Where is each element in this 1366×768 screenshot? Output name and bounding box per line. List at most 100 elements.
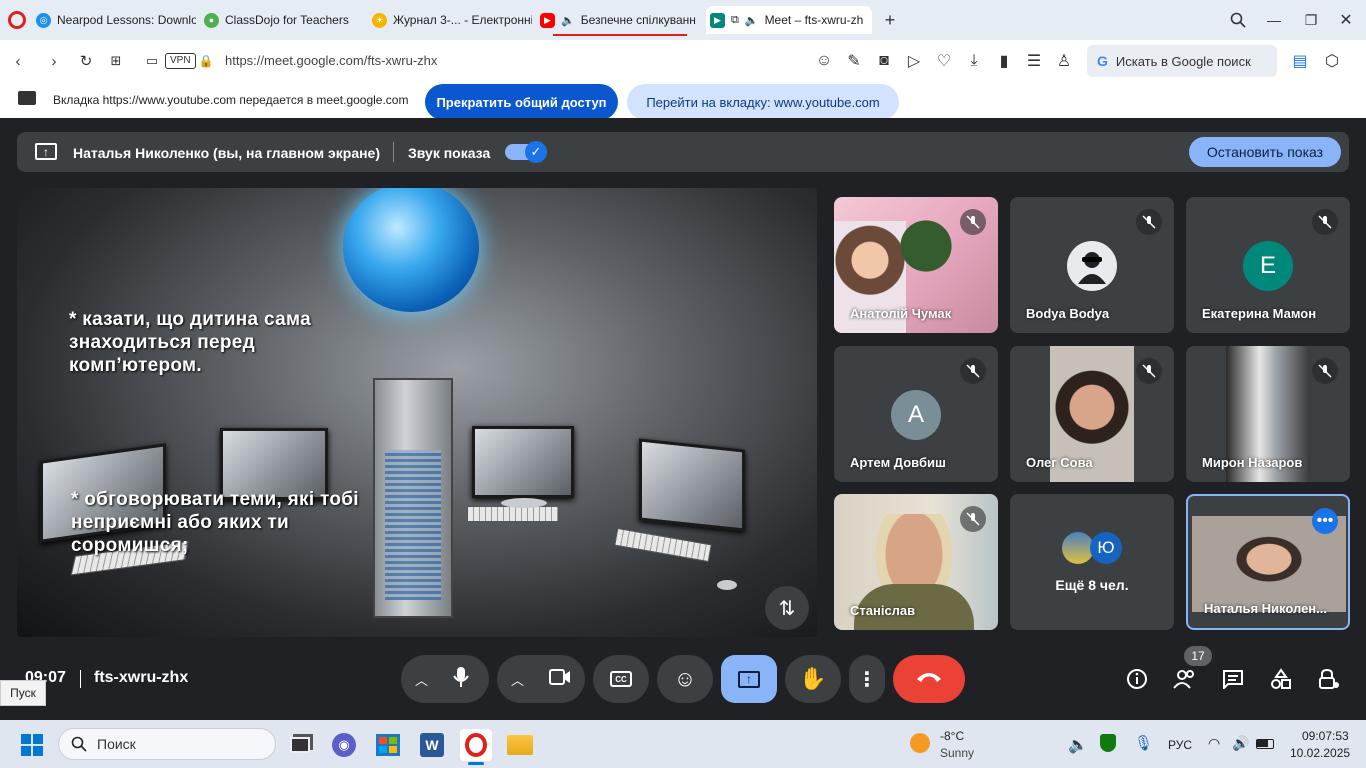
search-placeholder: Искать в Google поиск bbox=[1115, 53, 1251, 69]
sun-icon: ☀ bbox=[372, 12, 387, 28]
wifi-icon[interactable]: ◠ bbox=[1208, 735, 1220, 752]
microphone-tray-icon[interactable]: 🎙 bbox=[1134, 734, 1153, 752]
audio-toggle[interactable]: ✓ bbox=[505, 141, 547, 163]
volume-muted-icon[interactable]: 🔈 bbox=[1068, 735, 1088, 755]
more-options-button[interactable]: ⋮ bbox=[849, 655, 885, 703]
mic-icon[interactable] bbox=[453, 666, 469, 693]
chevron-up-icon[interactable]: ︿ bbox=[511, 670, 524, 689]
leave-call-button[interactable] bbox=[893, 655, 965, 703]
emoji-icon[interactable]: ☺ bbox=[814, 51, 834, 71]
teams-icon[interactable]: ◉ bbox=[328, 729, 360, 761]
store-icon[interactable] bbox=[372, 729, 404, 761]
battery-icon[interactable] bbox=[1256, 739, 1274, 749]
sidebar-icon[interactable]: ▤ bbox=[1290, 51, 1310, 71]
taskbar-search-box[interactable]: Поиск bbox=[58, 728, 276, 760]
new-tab-button[interactable]: + bbox=[880, 10, 900, 30]
url-field[interactable]: https://meet.google.com/fts-xwru-zhx bbox=[225, 53, 437, 68]
hand-icon: ✋ bbox=[799, 666, 827, 691]
word-icon[interactable]: W bbox=[416, 729, 448, 761]
participant-tile[interactable]: Е Екатерина Мамон bbox=[1186, 197, 1350, 333]
tab-journal[interactable]: ☀ Журнал 3-... - Електронні bbox=[368, 6, 532, 34]
self-tile[interactable]: ••• Наталья Николен... bbox=[1186, 494, 1350, 630]
tabs-grid-icon[interactable]: ⊞ bbox=[106, 51, 126, 71]
address-toolbar: ‹ › ↻ ⊞ ▭ VPN 🔒 https://meet.google.com/… bbox=[0, 40, 1366, 114]
participant-name: Анатолій Чумак bbox=[850, 306, 952, 321]
more-vert-icon: ⋮ bbox=[857, 668, 877, 691]
reactions-button[interactable]: ☺ bbox=[657, 655, 713, 703]
battery-saver-icon[interactable]: ▮ bbox=[994, 51, 1014, 71]
clock-time[interactable]: 09:07:53 bbox=[1302, 729, 1349, 743]
profile-icon[interactable]: ♙ bbox=[1054, 51, 1074, 71]
activities-icon[interactable] bbox=[1268, 666, 1294, 692]
weather-temp[interactable]: -8°C bbox=[940, 729, 964, 743]
search-tabs-icon[interactable] bbox=[1228, 10, 1248, 30]
participant-name: Наталья Николен... bbox=[1204, 601, 1327, 616]
chat-icon[interactable] bbox=[1220, 666, 1246, 692]
browser-tab-bar: ◎ Nearpod Lessons: Downlo ● ClassDojo fo… bbox=[0, 0, 1366, 40]
task-view-icon[interactable] bbox=[284, 729, 316, 761]
emoji-icon: ☺ bbox=[673, 666, 697, 691]
vpn-badge[interactable]: VPN bbox=[165, 53, 196, 69]
snapshot-icon[interactable]: ◙ bbox=[874, 51, 894, 71]
stop-presenting-button[interactable]: Остановить показ bbox=[1189, 137, 1341, 167]
people-icon[interactable] bbox=[1172, 666, 1198, 692]
tab-classdojo[interactable]: ● ClassDojo for Teachers bbox=[200, 6, 366, 34]
tab-youtube[interactable]: ▶ 🔈 Безпечне спілкуванн bbox=[536, 6, 702, 34]
tab-meet[interactable]: ▶ ⧉ 🔈 Meet – fts-xwru-zh bbox=[706, 6, 872, 34]
download-icon[interactable]: ⤓ bbox=[964, 51, 984, 71]
edit-icon[interactable]: ✎ bbox=[844, 51, 864, 71]
video-camera-icon[interactable] bbox=[549, 668, 571, 690]
settings-sliders-icon[interactable]: ☰ bbox=[1024, 51, 1044, 71]
back-button[interactable]: ‹ bbox=[8, 51, 28, 71]
participant-name: Bodya Bodya bbox=[1026, 306, 1110, 321]
minimize-button[interactable]: — bbox=[1264, 10, 1284, 30]
player-icon[interactable]: ▷ bbox=[904, 51, 924, 71]
muted-mic-icon bbox=[960, 209, 986, 235]
captions-button[interactable]: CC bbox=[593, 655, 649, 703]
forward-button[interactable]: › bbox=[44, 51, 64, 71]
monitor-stand bbox=[501, 498, 547, 508]
extensions-icon[interactable]: ⬡ bbox=[1322, 51, 1342, 71]
restore-button[interactable]: ❐ bbox=[1301, 10, 1321, 30]
host-controls-icon[interactable] bbox=[1316, 666, 1342, 692]
participant-tile[interactable]: Мирон Назаров bbox=[1186, 346, 1350, 482]
muted-mic-icon bbox=[1136, 358, 1162, 384]
more-participants-tile[interactable]: Ю Ещё 8 чел. bbox=[1010, 494, 1174, 630]
globe-icon bbox=[343, 188, 479, 312]
participant-tile[interactable]: Bodya Bodya bbox=[1010, 197, 1174, 333]
participant-tile[interactable]: Анатолій Чумак bbox=[834, 197, 998, 333]
reload-button[interactable]: ↻ bbox=[76, 51, 96, 71]
stop-sharing-button[interactable]: Прекратить общий доступ bbox=[425, 84, 618, 120]
present-button[interactable]: ↑ bbox=[721, 655, 777, 703]
swap-layout-button[interactable]: ⇅ bbox=[765, 586, 809, 630]
weather-desc[interactable]: Sunny bbox=[940, 746, 974, 760]
plant-shape bbox=[896, 211, 956, 281]
goto-tab-button[interactable]: Перейти на вкладку: www.youtube.com bbox=[627, 84, 899, 120]
participant-tile[interactable]: Станіслав bbox=[834, 494, 998, 630]
slide-text-2: * обговорювати теми, які тобі неприємні … bbox=[71, 489, 359, 556]
speaker-icon: 🔈 bbox=[744, 14, 759, 27]
file-explorer-icon[interactable] bbox=[504, 729, 536, 761]
tab-nearpod[interactable]: ◎ Nearpod Lessons: Downlo bbox=[32, 6, 196, 34]
camera-icon[interactable]: ▭ bbox=[142, 51, 162, 71]
participant-name: Станіслав bbox=[850, 603, 916, 618]
raise-hand-button[interactable]: ✋ bbox=[785, 655, 841, 703]
participant-tile[interactable]: Олег Сова bbox=[1010, 346, 1174, 482]
meet-icon: ▶ bbox=[710, 12, 725, 28]
input-language[interactable]: РУС bbox=[1168, 738, 1192, 752]
search-box[interactable]: G Искать в Google поиск bbox=[1087, 45, 1277, 77]
close-window-button[interactable]: ✕ bbox=[1336, 10, 1356, 30]
start-button[interactable] bbox=[16, 729, 48, 761]
share-notice-text: Вкладка https://www.youtube.com передает… bbox=[53, 93, 409, 107]
clock-date[interactable]: 10.02.2025 bbox=[1290, 746, 1350, 760]
chevron-up-icon[interactable]: ︿ bbox=[415, 670, 428, 689]
opera-taskbar-icon[interactable] bbox=[460, 729, 492, 761]
more-options-icon[interactable]: ••• bbox=[1312, 508, 1338, 534]
meeting-info-icon[interactable] bbox=[1124, 666, 1150, 692]
heart-icon[interactable]: ♡ bbox=[934, 51, 954, 71]
defender-shield-icon[interactable] bbox=[1100, 734, 1116, 752]
speaker-tray-icon[interactable]: 🔊 bbox=[1232, 735, 1249, 752]
participant-tile[interactable]: А Артем Довбиш bbox=[834, 346, 998, 482]
present-screen-icon: ↑ bbox=[738, 670, 760, 688]
opera-menu-icon[interactable] bbox=[8, 11, 26, 29]
